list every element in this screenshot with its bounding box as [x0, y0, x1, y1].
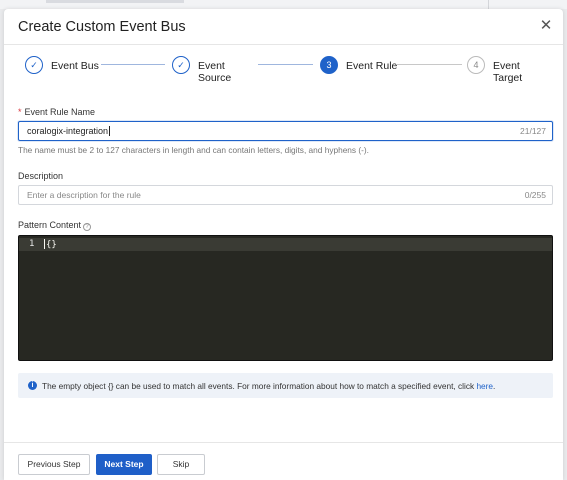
check-icon: ✓ — [172, 56, 190, 74]
step-connector — [258, 64, 313, 65]
info-text-suffix: . — [493, 381, 496, 391]
dialog-title: Create Custom Event Bus — [18, 19, 186, 35]
info-help-link[interactable]: here — [476, 381, 493, 391]
rule-name-label: * Event Rule Name — [18, 107, 95, 117]
close-icon[interactable]: ✕ — [539, 18, 553, 33]
step-connector — [396, 64, 462, 65]
pattern-code-editor[interactable]: 1 {} — [18, 235, 553, 361]
next-step-button[interactable]: Next Step — [96, 454, 152, 475]
step-label: Event Rule — [346, 60, 398, 72]
description-label: Description — [18, 171, 64, 181]
editor-active-line — [19, 238, 552, 251]
footer-divider — [4, 442, 563, 443]
rule-name-hint: The name must be 2 to 127 characters in … — [18, 145, 369, 155]
description-input[interactable]: Enter a description for the rule 0/255 — [18, 185, 553, 205]
skip-button[interactable]: Skip — [157, 454, 205, 475]
step-label: Event Bus — [51, 60, 99, 72]
background-account-area — [488, 0, 567, 9]
editor-gutter — [19, 236, 41, 360]
pattern-content-label: Pattern Content? — [18, 220, 92, 231]
editor-line-number: 1 — [29, 239, 35, 249]
step-number: 4 — [467, 56, 485, 74]
text-caret — [109, 126, 111, 136]
step-connector — [101, 64, 165, 65]
info-notice: i The empty object {} can be used to mat… — [18, 373, 553, 398]
rule-name-counter: 21/127 — [520, 126, 546, 136]
pattern-content-label-text: Pattern Content — [18, 220, 82, 230]
background-page — [0, 0, 567, 9]
header-divider — [4, 44, 563, 45]
create-event-bus-dialog: Create Custom Event Bus ✕ ✓ Event Bus ✓ … — [4, 9, 563, 480]
required-mark: * — [18, 107, 22, 117]
background-bar — [46, 0, 184, 3]
previous-step-button[interactable]: Previous Step — [18, 454, 90, 475]
editor-code-text: {} — [46, 240, 57, 250]
info-icon: i — [28, 381, 37, 390]
info-text: The empty object {} can be used to match… — [42, 381, 495, 391]
editor-code-line: {} — [44, 239, 57, 250]
rule-name-label-text: Event Rule Name — [24, 107, 96, 117]
rule-name-input[interactable]: coralogix-integration 21/127 — [18, 121, 553, 141]
step-number: 3 — [320, 56, 338, 74]
step-label: Event Source — [198, 60, 232, 84]
check-icon: ✓ — [25, 56, 43, 74]
step-label: Event Target — [493, 60, 523, 84]
rule-name-value-text: coralogix-integration — [27, 126, 109, 136]
rule-name-value: coralogix-integration — [27, 126, 111, 136]
info-text-body: The empty object {} can be used to match… — [42, 381, 475, 391]
description-placeholder: Enter a description for the rule — [27, 190, 141, 200]
description-counter: 0/255 — [524, 190, 546, 200]
question-circle-icon[interactable]: ? — [83, 223, 92, 231]
editor-caret — [44, 239, 45, 249]
